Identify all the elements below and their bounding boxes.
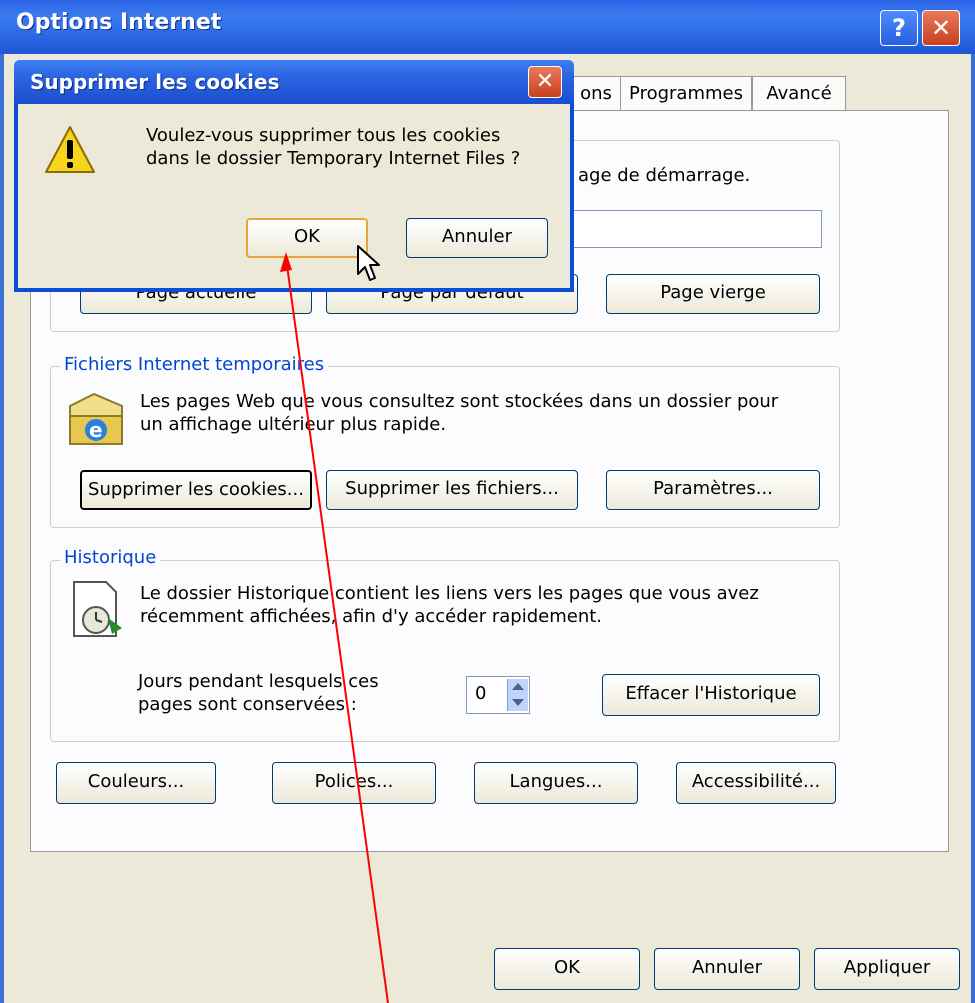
annotation-arrow (280, 252, 389, 1003)
